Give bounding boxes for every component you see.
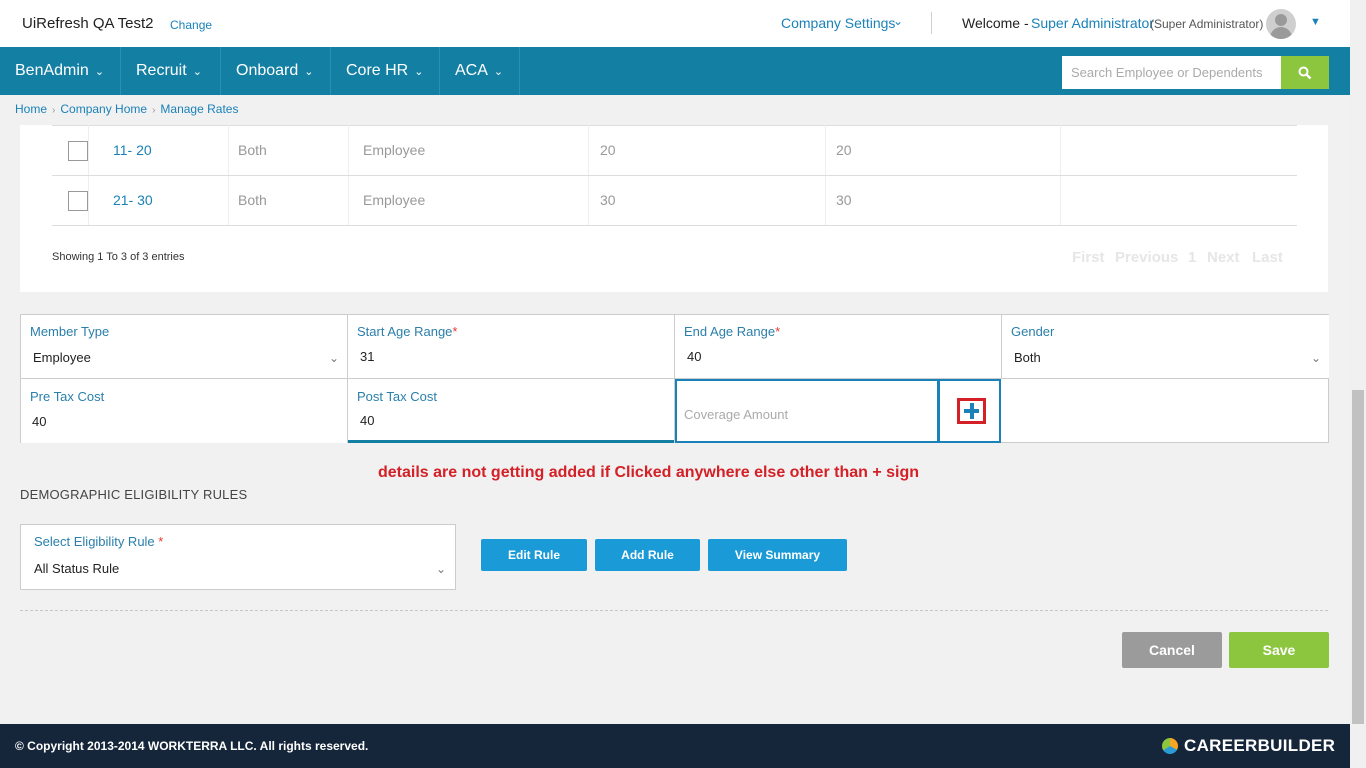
demographic-title: DEMOGRAPHIC ELIGIBILITY RULES: [20, 487, 248, 502]
row-divider: [52, 175, 1297, 176]
chevron-down-icon[interactable]: ⌄: [893, 14, 903, 28]
pre-tax-field[interactable]: Pre Tax Cost 40: [21, 379, 348, 443]
pager-page[interactable]: 1: [1188, 249, 1196, 266]
member-type-value: Employee: [33, 350, 91, 365]
company-settings-menu[interactable]: Company Settings: [781, 15, 895, 31]
chevron-down-icon: ⌄: [94, 66, 105, 78]
brand-text: CAREERBUILDER: [1184, 736, 1336, 755]
age-range-link[interactable]: 21- 30: [113, 192, 153, 208]
scrollbar-thumb[interactable]: [1352, 390, 1364, 724]
nav-recruit[interactable]: Recruit ⌄: [121, 47, 221, 95]
gender-select[interactable]: Gender Both ⌄: [1002, 315, 1329, 379]
nav-core-hr[interactable]: Core HR ⌄: [331, 47, 440, 95]
plus-icon[interactable]: [957, 398, 986, 424]
pager-first[interactable]: First: [1072, 249, 1105, 266]
top-header: UiRefresh QA Test2 Change Company Settin…: [0, 0, 1350, 47]
gender-cell: Both: [238, 142, 267, 158]
pager-last[interactable]: Last: [1252, 249, 1283, 266]
save-button[interactable]: Save: [1229, 632, 1329, 668]
row-divider: [52, 125, 1297, 126]
nav-aca[interactable]: ACA ⌄: [440, 47, 520, 95]
post-tax-field[interactable]: Post Tax Cost 40: [348, 379, 675, 443]
header-divider: [931, 12, 932, 34]
add-coverage-button[interactable]: [938, 379, 1001, 443]
annotation-note: details are not getting added if Clicked…: [378, 464, 920, 481]
coverage-placeholder: Coverage Amount: [684, 407, 789, 422]
end-age-value: 40: [687, 349, 702, 364]
row-divider: [52, 225, 1297, 226]
pre-tax-cell: 20: [600, 142, 616, 158]
nav-onboard[interactable]: Onboard ⌄: [221, 47, 331, 95]
search-button[interactable]: [1281, 56, 1329, 89]
pager-previous[interactable]: Previous: [1115, 249, 1178, 266]
gender-label: Gender: [1011, 324, 1055, 339]
eligibility-value: All Status Rule: [34, 561, 120, 576]
search-input[interactable]: [1062, 56, 1282, 89]
chevron-down-icon: ⌄: [414, 66, 424, 78]
user-role: (Super Administrator): [1150, 17, 1264, 31]
chevron-down-icon: ⌄: [1310, 351, 1321, 365]
start-age-field[interactable]: Start Age Range* 31: [348, 315, 675, 379]
welcome-label: Welcome -: [962, 15, 1029, 31]
start-age-label: Start Age Range*: [357, 324, 458, 339]
member-type-cell: Employee: [363, 192, 426, 208]
post-tax-cell: 20: [836, 142, 852, 158]
member-type-select[interactable]: Member Type Employee ⌄: [21, 315, 348, 379]
chevron-right-icon: ›: [152, 105, 156, 116]
view-summary-button[interactable]: View Summary: [708, 539, 847, 571]
member-type-label: Member Type: [30, 324, 110, 339]
end-age-field[interactable]: End Age Range* 40: [675, 315, 1002, 379]
pre-tax-value: 40: [32, 414, 47, 429]
careerbuilder-mark-icon: [1162, 738, 1178, 754]
company-name: UiRefresh QA Test2: [22, 15, 154, 32]
row-checkbox[interactable]: [68, 141, 88, 161]
post-tax-label: Post Tax Cost: [357, 389, 437, 404]
member-type-cell: Employee: [363, 142, 426, 158]
age-range-link[interactable]: 11- 20: [113, 142, 152, 158]
chevron-down-icon: ⌄: [435, 562, 446, 576]
pager-next[interactable]: Next: [1207, 249, 1240, 266]
change-company-link[interactable]: Change: [170, 18, 212, 32]
rates-table-panel: 11- 20 Both Employee 20 20 21- 30 Both E…: [20, 125, 1328, 292]
copyright-text: © Copyright 2013-2014 WORKTERRA LLC. All…: [15, 739, 369, 753]
entries-count: Showing 1 To 3 of 3 entries: [52, 251, 185, 263]
gender-cell: Both: [238, 192, 267, 208]
breadcrumb-home[interactable]: Home: [15, 102, 47, 116]
post-tax-cell: 30: [836, 192, 852, 208]
chevron-down-icon: ⌄: [328, 351, 339, 365]
chevron-down-icon: ⌄: [304, 66, 314, 78]
row-checkbox[interactable]: [68, 191, 88, 211]
breadcrumb: Home › Company Home › Manage Rates: [15, 102, 238, 116]
user-name-link[interactable]: Super Administrator: [1031, 15, 1154, 31]
end-age-label: End Age Range*: [684, 324, 781, 339]
start-age-value: 31: [360, 349, 375, 364]
chevron-down-icon: ⌄: [192, 66, 202, 78]
avatar[interactable]: [1266, 9, 1296, 39]
nav-benadmin[interactable]: BenAdmin ⌄: [0, 47, 121, 95]
eligibility-label: Select Eligibility Rule *: [34, 534, 164, 549]
cancel-button[interactable]: Cancel: [1122, 632, 1222, 668]
footer: © Copyright 2013-2014 WORKTERRA LLC. All…: [0, 724, 1350, 768]
post-tax-value: 40: [360, 413, 375, 428]
breadcrumb-company-home[interactable]: Company Home: [60, 102, 147, 116]
pre-tax-cell: 30: [600, 192, 616, 208]
section-divider: [20, 610, 1328, 611]
edit-rule-button[interactable]: Edit Rule: [481, 539, 587, 571]
focus-underline: [348, 440, 674, 443]
search-icon: [1298, 66, 1312, 80]
caret-down-icon[interactable]: ▼: [1310, 16, 1321, 28]
add-rule-button[interactable]: Add Rule: [595, 539, 700, 571]
gender-value: Both: [1014, 350, 1041, 365]
breadcrumb-manage-rates[interactable]: Manage Rates: [160, 102, 238, 116]
eligibility-rule-select[interactable]: Select Eligibility Rule * All Status Rul…: [20, 524, 456, 590]
coverage-amount-input[interactable]: Coverage Amount: [675, 379, 939, 443]
pre-tax-label: Pre Tax Cost: [30, 389, 105, 404]
chevron-right-icon: ›: [52, 105, 56, 116]
chevron-down-icon: ⌄: [493, 66, 504, 78]
